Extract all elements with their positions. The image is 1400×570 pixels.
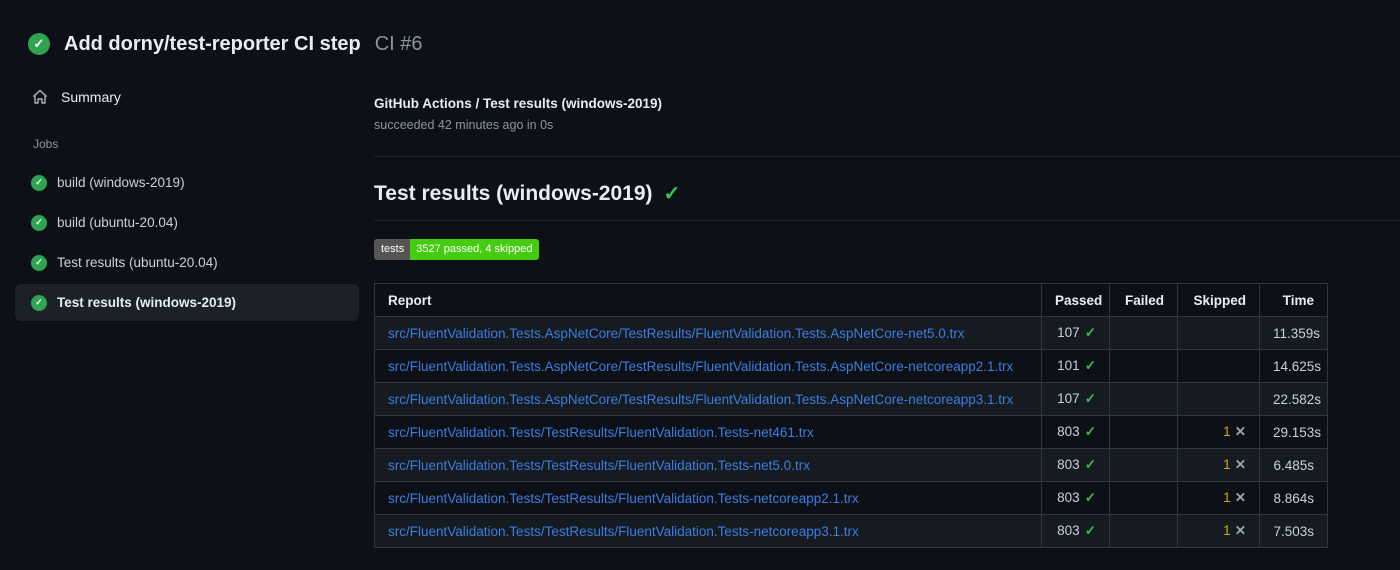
skipped-x-icon: ✕ (1234, 523, 1246, 538)
jobs-section-label: Jobs (33, 137, 59, 151)
sidebar-job-item[interactable]: ✓ Test results (windows-2019) (15, 284, 359, 321)
skipped-cell: 1 ✕ (1177, 481, 1260, 515)
page-layout: Summary Jobs ✓ build (windows-2019) ✓ bu… (0, 70, 1400, 548)
job-label: build (ubuntu-20.04) (57, 215, 178, 230)
passed-cell: 107 ✓ (1041, 316, 1110, 350)
sidebar-job-item[interactable]: ✓ build (ubuntu-20.04) (15, 204, 359, 241)
skipped-cell (1177, 382, 1260, 416)
passed-cell: 803 ✓ (1041, 415, 1110, 449)
failed-cell (1109, 349, 1178, 383)
failed-cell (1109, 514, 1178, 548)
sidebar-job-item[interactable]: ✓ Test results (ubuntu-20.04) (15, 244, 359, 281)
table-row: src/FluentValidation.Tests.AspNetCore/Te… (374, 382, 1328, 416)
report-link[interactable]: src/FluentValidation.Tests/TestResults/F… (388, 524, 859, 539)
report-link[interactable]: src/FluentValidation.Tests/TestResults/F… (388, 458, 810, 473)
skipped-cell: 1 ✕ (1177, 448, 1260, 482)
passed-check-icon: ✓ (1084, 523, 1096, 538)
passed-check-icon: ✓ (1084, 424, 1096, 439)
passed-check-icon: ✓ (1084, 490, 1096, 505)
badge-label: tests (374, 239, 411, 260)
run-success-check-icon: ✓ (28, 33, 50, 55)
skipped-x-icon: ✕ (1234, 424, 1246, 439)
time-cell: 14.625s (1259, 349, 1328, 383)
section-success-check-icon: ✓ (663, 183, 681, 205)
job-success-check-icon: ✓ (31, 214, 47, 231)
passed-check-icon: ✓ (1084, 391, 1096, 406)
sidebar-job-item[interactable]: ✓ build (windows-2019) (15, 164, 359, 201)
time-cell: 8.864s (1259, 481, 1328, 515)
time-cell: 6.485s (1259, 448, 1328, 482)
report-link[interactable]: src/FluentValidation.Tests.AspNetCore/Te… (388, 359, 1013, 374)
tests-badge: tests 3527 passed, 4 skipped (374, 239, 540, 260)
job-label: Test results (ubuntu-20.04) (57, 255, 218, 270)
report-link[interactable]: src/FluentValidation.Tests.AspNetCore/Te… (388, 326, 965, 341)
job-success-check-icon: ✓ (31, 294, 47, 311)
time-cell: 7.503s (1259, 514, 1328, 548)
report-link[interactable]: src/FluentValidation.Tests/TestResults/F… (388, 425, 814, 440)
column-header-report: Report (374, 283, 1042, 317)
table-row: src/FluentValidation.Tests/TestResults/F… (374, 514, 1328, 548)
skipped-cell: 1 ✕ (1177, 514, 1260, 548)
table-row: src/FluentValidation.Tests.AspNetCore/Te… (374, 349, 1328, 383)
table-row: src/FluentValidation.Tests/TestResults/F… (374, 415, 1328, 449)
check-run-breadcrumb: GitHub Actions / Test results (windows-2… (374, 96, 663, 111)
job-success-check-icon: ✓ (31, 254, 47, 271)
column-header-skipped: Skipped (1177, 283, 1260, 317)
report-link[interactable]: src/FluentValidation.Tests/TestResults/F… (388, 491, 859, 506)
jobs-list: ✓ build (windows-2019) ✓ build (ubuntu-2… (15, 164, 359, 321)
passed-check-icon: ✓ (1084, 358, 1096, 373)
job-label: Test results (windows-2019) (57, 295, 237, 310)
passed-cell: 803 ✓ (1041, 481, 1110, 515)
failed-cell (1109, 415, 1178, 449)
column-header-failed: Failed (1109, 283, 1178, 317)
skipped-x-icon: ✕ (1234, 457, 1246, 472)
passed-cell: 803 ✓ (1041, 514, 1110, 548)
badge-value: 3527 passed, 4 skipped (410, 239, 540, 260)
divider (374, 156, 1400, 157)
skipped-cell: 1 ✕ (1177, 415, 1260, 449)
run-title: Add dorny/test-reporter CI step (64, 32, 361, 55)
table-row: src/FluentValidation.Tests/TestResults/F… (374, 481, 1328, 515)
table-row: src/FluentValidation.Tests.AspNetCore/Te… (374, 316, 1328, 350)
table-row: src/FluentValidation.Tests/TestResults/F… (374, 448, 1328, 482)
passed-cell: 107 ✓ (1041, 382, 1110, 416)
sidebar-item-summary[interactable]: Summary (15, 80, 359, 114)
sidebar: Summary Jobs ✓ build (windows-2019) ✓ bu… (0, 70, 374, 324)
passed-check-icon: ✓ (1084, 325, 1096, 340)
home-icon (32, 89, 48, 105)
run-status-line: succeeded 42 minutes ago in 0s (374, 118, 554, 132)
results-table: Report Passed Failed Skipped Time src/Fl… (374, 283, 1328, 548)
table-header-row: Report Passed Failed Skipped Time (374, 283, 1328, 317)
time-cell: 22.582s (1259, 382, 1328, 416)
report-link[interactable]: src/FluentValidation.Tests.AspNetCore/Te… (388, 392, 1013, 407)
passed-check-icon: ✓ (1084, 457, 1096, 472)
failed-cell (1109, 316, 1178, 350)
main-content: GitHub Actions / Test results (windows-2… (374, 70, 1400, 548)
skipped-x-icon: ✕ (1234, 490, 1246, 505)
failed-cell (1109, 382, 1178, 416)
column-header-time: Time (1259, 283, 1328, 317)
failed-cell (1109, 481, 1178, 515)
section-title: Test results (windows-2019) (374, 181, 653, 205)
failed-cell (1109, 448, 1178, 482)
time-cell: 11.359s (1259, 316, 1328, 350)
skipped-cell (1177, 349, 1260, 383)
job-label: build (windows-2019) (57, 175, 185, 190)
run-number: CI #6 (374, 32, 423, 55)
results-table-body: src/FluentValidation.Tests.AspNetCore/Te… (374, 316, 1328, 548)
skipped-cell (1177, 316, 1260, 350)
job-success-check-icon: ✓ (31, 174, 47, 191)
run-header: ✓ Add dorny/test-reporter CI step CI #6 (0, 0, 1400, 70)
passed-cell: 101 ✓ (1041, 349, 1110, 383)
sidebar-summary-label: Summary (61, 89, 121, 105)
divider (374, 220, 1400, 221)
column-header-passed: Passed (1041, 283, 1110, 317)
time-cell: 29.153s (1259, 415, 1328, 449)
passed-cell: 803 ✓ (1041, 448, 1110, 482)
